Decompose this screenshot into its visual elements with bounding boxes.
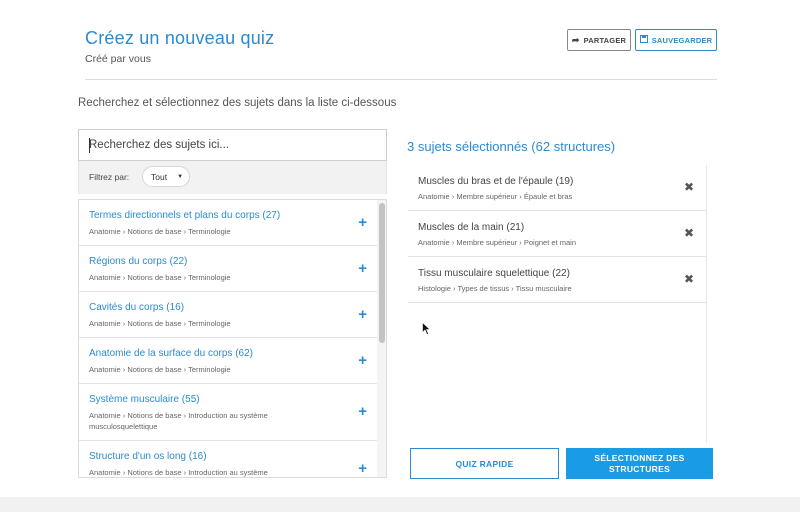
topic-item[interactable]: Termes directionnels et plans du corps (…	[79, 200, 377, 246]
add-icon[interactable]: +	[358, 307, 367, 322]
topic-path: Anatomie › Notions de base › Terminologi…	[89, 365, 231, 374]
text-caret	[89, 138, 90, 153]
topic-path: Anatomie › Notions de base › Terminologi…	[89, 319, 231, 328]
add-icon[interactable]: +	[358, 215, 367, 230]
selected-list: Muscles du bras et de l'épaule (19) Anat…	[408, 165, 707, 443]
topic-title: Structure d'un os long (16)	[89, 451, 207, 462]
share-arrow-icon: ➦	[571, 34, 580, 45]
selected-item: Muscles de la main (21) Anatomie › Membr…	[408, 211, 706, 257]
add-icon[interactable]: +	[358, 353, 367, 368]
header-divider	[85, 79, 717, 80]
page-subtitle: Créé par vous	[85, 53, 151, 65]
selected-title: Tissu musculaire squelettique (22)	[418, 268, 570, 279]
filter-dropdown[interactable]: Tout ▼	[142, 166, 190, 187]
select-structures-button[interactable]: SÉLECTIONNEZ DES STRUCTURES	[566, 448, 713, 479]
save-button-label: SAUVEGARDER	[651, 35, 713, 45]
selected-title: Muscles du bras et de l'épaule (19)	[418, 176, 574, 187]
topic-path: Anatomie › Notions de base › Terminologi…	[89, 227, 231, 236]
page-bottom-band	[0, 497, 800, 512]
topic-title: Cavités du corps (16)	[89, 302, 185, 313]
page-title: Créez un nouveau quiz	[85, 28, 275, 48]
topic-item[interactable]: Cavités du corps (16) Anatomie › Notions…	[79, 292, 377, 338]
topic-path: Anatomie › Notions de base › Introductio…	[89, 468, 268, 477]
remove-icon[interactable]: ✖	[684, 227, 694, 239]
topic-item[interactable]: Régions du corps (22) Anatomie › Notions…	[79, 246, 377, 292]
topic-path: Anatomie › Notions de base › Introductio…	[89, 411, 268, 431]
remove-icon[interactable]: ✖	[684, 273, 694, 285]
selected-path: Anatomie › Membre supérieur › Poignet et…	[418, 238, 576, 247]
topic-list: Termes directionnels et plans du corps (…	[78, 199, 387, 478]
share-button-label: PARTAGER	[583, 35, 627, 45]
topic-title: Termes directionnels et plans du corps (…	[89, 210, 281, 221]
filter-dropdown-value: Tout	[151, 171, 168, 182]
topic-title: Régions du corps (22)	[89, 256, 188, 267]
instructions-text: Recherchez et sélectionnez des sujets da…	[78, 97, 397, 109]
topic-item[interactable]: Système musculaire (55) Anatomie › Notio…	[79, 384, 377, 441]
add-icon[interactable]: +	[358, 404, 367, 419]
mouse-pointer-icon	[422, 322, 431, 335]
add-icon[interactable]: +	[358, 261, 367, 276]
topic-item[interactable]: Structure d'un os long (16) Anatomie › N…	[79, 441, 377, 477]
floppy-disk-icon	[639, 35, 648, 45]
selected-item: Muscles du bras et de l'épaule (19) Anat…	[408, 165, 706, 211]
selected-title: Muscles de la main (21)	[418, 222, 525, 233]
filter-label: Filtrez par:	[89, 172, 130, 182]
topic-item[interactable]: Anatomie de la surface du corps (62) Ana…	[79, 338, 377, 384]
selected-path: Anatomie › Membre supérieur › Épaule et …	[418, 192, 573, 201]
topic-title: Système musculaire (55)	[89, 394, 200, 405]
selected-path: Histologie › Types de tissus › Tissu mus…	[418, 284, 572, 293]
quick-quiz-button[interactable]: QUIZ RAPIDE	[410, 448, 559, 479]
add-icon[interactable]: +	[358, 461, 367, 476]
topic-path: Anatomie › Notions de base › Terminologi…	[89, 273, 231, 282]
topic-search-box	[78, 129, 387, 161]
selected-summary: 3 sujets sélectionnés (62 structures)	[407, 139, 616, 154]
filter-bar: Filtrez par: Tout ▼	[78, 161, 387, 194]
remove-icon[interactable]: ✖	[684, 181, 694, 193]
topic-search-input[interactable]	[79, 130, 386, 160]
save-button[interactable]: SAUVEGARDER	[635, 29, 717, 51]
selected-item: Tissu musculaire squelettique (22) Histo…	[408, 257, 706, 303]
scrollbar-thumb[interactable]	[379, 203, 385, 343]
topic-title: Anatomie de la surface du corps (62)	[89, 348, 253, 359]
share-button[interactable]: ➦ PARTAGER	[567, 29, 631, 51]
caret-down-icon: ▼	[177, 173, 184, 180]
